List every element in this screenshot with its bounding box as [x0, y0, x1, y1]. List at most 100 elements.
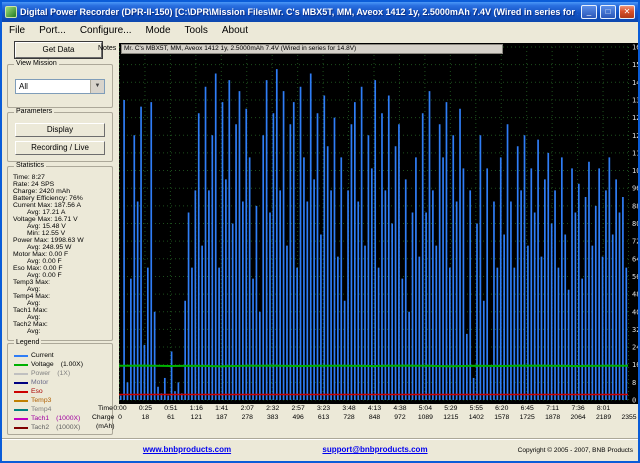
stat-line: Current Max: 187.56 A: [13, 202, 110, 209]
menu-item-file[interactable]: File: [2, 24, 32, 37]
legend-label: Voltage: [31, 361, 54, 368]
time-tick: 3:48: [336, 405, 362, 412]
charge-tick: 1725: [514, 414, 540, 421]
legend-label: Power: [31, 370, 50, 377]
charge-tick: 278: [234, 414, 260, 421]
legend-item-motor[interactable]: Motor: [14, 378, 110, 387]
time-tick: 6:20: [489, 405, 515, 412]
stat-line: Min: 12.55 V: [13, 230, 110, 237]
charge-tick: 121: [183, 414, 209, 421]
svg-text:48: 48: [632, 291, 640, 299]
charge-tick: 1578: [489, 414, 515, 421]
stat-line: Rate: 24 SPS: [13, 181, 110, 188]
menu-item-tools[interactable]: Tools: [178, 24, 215, 37]
stat-line: Power Max: 1998.63 W: [13, 237, 110, 244]
minimize-button[interactable]: _: [581, 5, 597, 19]
app-icon: [5, 6, 17, 18]
stat-line: Tach2 Max:: [13, 321, 110, 328]
time-tick: 2:07: [234, 405, 260, 412]
parameters-title: Parameters: [14, 108, 54, 115]
charge-tick: 187: [209, 414, 235, 421]
legend-item-power[interactable]: Power(1X): [14, 369, 110, 378]
menu-bar: FilePort...Configure...ModeToolsAbout: [2, 22, 638, 38]
charge-tick: 972: [387, 414, 413, 421]
svg-text:64: 64: [632, 255, 640, 263]
svg-text:40: 40: [632, 308, 640, 316]
charge-tick-row: 0186112118727838349661372884897210891215…: [2, 414, 640, 422]
svg-text:88: 88: [632, 202, 640, 210]
stat-line: Avg: 0.00 F: [13, 272, 110, 279]
time-tick: 1:16: [183, 405, 209, 412]
charge-tick: 18: [132, 414, 158, 421]
time-tick: 0:25: [132, 405, 158, 412]
charge-tick: 728: [336, 414, 362, 421]
svg-text:96: 96: [632, 185, 640, 193]
svg-text:128: 128: [632, 114, 640, 122]
time-tick: 1:41: [209, 405, 235, 412]
app-window: Digital Power Recorder (DPR-II-150) [C:\…: [0, 0, 640, 463]
menu-item-port[interactable]: Port...: [32, 24, 73, 37]
charge-axis-unit: (mAh): [96, 423, 115, 430]
time-tick: 5:04: [412, 405, 438, 412]
view-mission-group: View Mission All ▼: [7, 64, 113, 108]
display-button[interactable]: Display: [15, 123, 105, 137]
chart-plot: 0816243240485664728088961041121201281361…: [119, 43, 640, 404]
time-tick: 4:38: [387, 405, 413, 412]
statistics-list: Time: 8:27Rate: 24 SPSCharge: 2420 mAhBa…: [13, 174, 110, 335]
mission-select-value: All: [16, 82, 90, 91]
website-link[interactable]: www.bnbproducts.com: [112, 445, 262, 454]
stat-line: Time: 8:27: [13, 174, 110, 181]
legend-item-current[interactable]: Current: [14, 351, 110, 360]
svg-text:136: 136: [632, 96, 640, 104]
svg-text:72: 72: [632, 238, 640, 246]
time-tick: 2:32: [260, 405, 286, 412]
charge-tick: 2064: [565, 414, 591, 421]
chart-mission-title: Mr. C's MBX5T, MM, Aveox 1412 1y, 2.5000…: [121, 44, 503, 54]
get-data-button[interactable]: Get Data: [15, 42, 102, 58]
menu-item-configure[interactable]: Configure...: [73, 24, 139, 37]
legend-label: Motor: [31, 379, 48, 386]
svg-text:144: 144: [632, 79, 640, 87]
time-tick: 5:29: [438, 405, 464, 412]
time-tick: 8:01: [591, 405, 617, 412]
time-tick: 3:23: [311, 405, 337, 412]
notes-label: Notes: [98, 45, 116, 52]
copyright-text: Copyright © 2005 - 2007, BNB Products: [518, 447, 633, 454]
stat-line: Avg:: [13, 300, 110, 307]
svg-text:56: 56: [632, 273, 640, 281]
legend-swatch-motor: [14, 382, 28, 384]
view-mission-title: View Mission: [14, 60, 59, 67]
time-tick: 2:57: [285, 405, 311, 412]
window-title: Digital Power Recorder (DPR-II-150) [C:\…: [20, 7, 578, 17]
stat-line: Avg: 0.00 F: [13, 258, 110, 265]
charge-tick: 0: [107, 414, 133, 421]
legend-item-voltage[interactable]: Voltage(1.00X): [14, 360, 110, 369]
stat-line: Temp4 Max:: [13, 293, 110, 300]
time-tick: 6:45: [514, 405, 540, 412]
mission-select[interactable]: All ▼: [15, 79, 105, 94]
stat-line: Avg:: [13, 314, 110, 321]
legend-swatch-current: [14, 355, 28, 357]
recording-live-button[interactable]: Recording / Live: [15, 141, 105, 155]
legend-title: Legend: [14, 339, 41, 346]
legend-item-eso[interactable]: Eso: [14, 387, 110, 396]
svg-text:152: 152: [632, 61, 640, 69]
stat-line: Temp3 Max:: [13, 279, 110, 286]
charge-tick: 2189: [591, 414, 617, 421]
time-tick: 0:51: [158, 405, 184, 412]
close-button[interactable]: ✕: [619, 5, 635, 19]
svg-text:120: 120: [632, 132, 640, 140]
legend-label: Current: [31, 352, 54, 359]
stat-line: Tach1 Max:: [13, 307, 110, 314]
maximize-button[interactable]: □: [600, 5, 616, 19]
menu-item-about[interactable]: About: [215, 24, 255, 37]
stat-line: Avg: 15.48 V: [13, 223, 110, 230]
footer-bar: www.bnbproducts.com support@bnbproducts.…: [2, 438, 638, 462]
support-email-link[interactable]: support@bnbproducts.com: [290, 445, 460, 454]
chevron-down-icon[interactable]: ▼: [90, 80, 104, 93]
stat-line: Eso Max: 0.00 F: [13, 265, 110, 272]
svg-text:112: 112: [632, 149, 640, 157]
title-bar[interactable]: Digital Power Recorder (DPR-II-150) [C:\…: [2, 2, 638, 22]
stat-line: Voltage Max: 16.71 V: [13, 216, 110, 223]
menu-item-mode[interactable]: Mode: [139, 24, 178, 37]
